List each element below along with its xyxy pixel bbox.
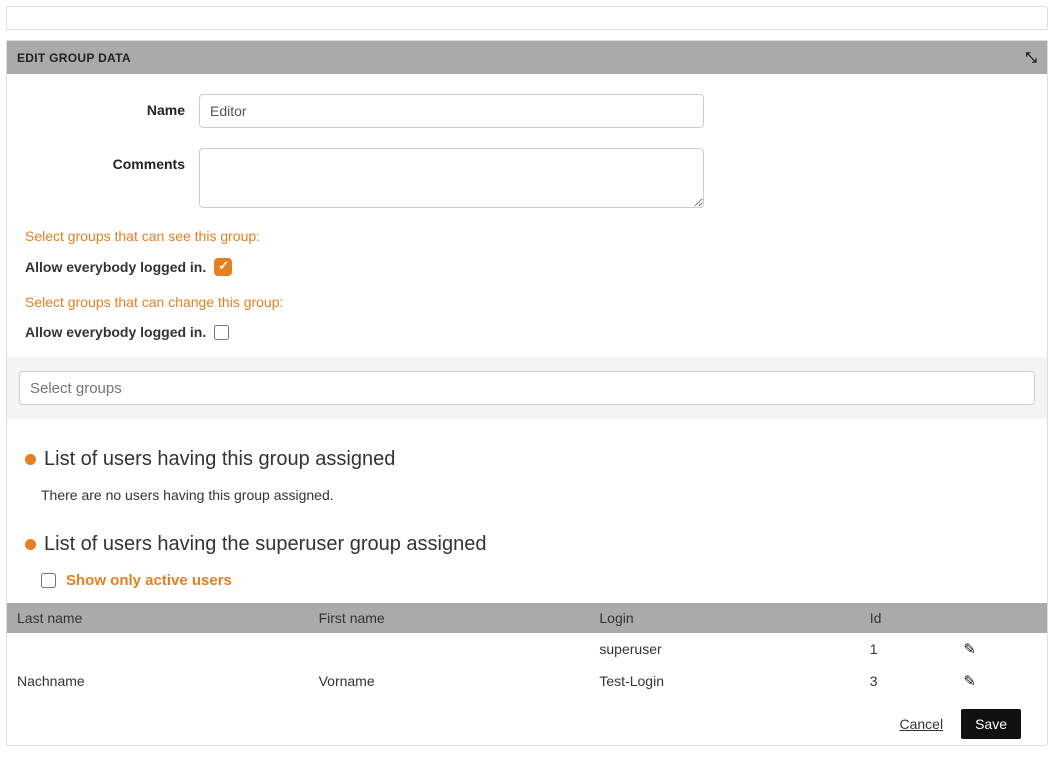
collapse-icon[interactable]: ⤡ [1026,49,1038,66]
table-header-row: Last name First name Login Id [7,603,1047,633]
superuser-title: List of users having the superuser group… [44,533,487,556]
top-spacer [6,6,1048,30]
cell-firstname: Vorname [309,665,590,697]
panel-header: EDIT GROUP DATA ⤡ [7,41,1047,74]
cancel-button[interactable]: Cancel [899,716,943,732]
cell-lastname [7,633,309,665]
superuser-heading: List of users having the superuser group… [25,533,1029,556]
table-row: Nachname Vorname Test-Login 3 ✎ [7,665,1047,697]
show-active-row: Show only active users [41,572,1035,589]
select-groups-wrap [7,358,1047,418]
allow-see-checkbox[interactable] [214,258,232,276]
bullet-icon [25,539,36,550]
name-label: Name [19,94,199,118]
name-input[interactable] [199,94,704,128]
superuser-table: Last name First name Login Id superuser … [7,603,1047,697]
cell-id: 3 [860,665,954,697]
cell-id: 1 [860,633,954,665]
panel-body: Name Comments Select groups that can see… [7,74,1047,745]
comments-textarea[interactable] [199,148,704,208]
assigned-users-heading: List of users having this group assigned [25,448,1029,471]
cell-login: superuser [589,633,859,665]
footer-actions: Cancel Save [19,697,1035,745]
cell-firstname [309,633,590,665]
save-button[interactable]: Save [961,709,1021,739]
allow-see-label: Allow everybody logged in. [25,259,206,275]
edit-group-panel: EDIT GROUP DATA ⤡ Name Comments Select g… [6,40,1048,746]
show-active-checkbox[interactable] [41,573,56,588]
comments-row: Comments [19,148,1035,208]
th-lastname[interactable]: Last name [7,603,309,633]
show-active-label: Show only active users [66,572,232,589]
select-groups-input[interactable] [19,371,1035,405]
change-groups-heading: Select groups that can change this group… [25,294,1029,310]
bullet-icon [25,454,36,465]
cell-lastname: Nachname [7,665,309,697]
th-firstname[interactable]: First name [309,603,590,633]
allow-change-row: Allow everybody logged in. [25,324,1029,340]
edit-icon[interactable]: ✎ [963,641,976,658]
name-row: Name [19,94,1035,128]
comments-label: Comments [19,148,199,172]
allow-change-checkbox[interactable] [214,325,229,340]
allow-change-label: Allow everybody logged in. [25,324,206,340]
th-action [953,603,1047,633]
table-row: superuser 1 ✎ [7,633,1047,665]
assigned-users-empty: There are no users having this group ass… [41,487,1035,503]
allow-see-row: Allow everybody logged in. [25,258,1029,276]
edit-icon[interactable]: ✎ [963,673,976,690]
panel-title: EDIT GROUP DATA [17,51,131,65]
th-login[interactable]: Login [589,603,859,633]
see-groups-heading: Select groups that can see this group: [25,228,1029,244]
th-id[interactable]: Id [860,603,954,633]
cell-login: Test-Login [589,665,859,697]
assigned-users-title: List of users having this group assigned [44,448,395,471]
